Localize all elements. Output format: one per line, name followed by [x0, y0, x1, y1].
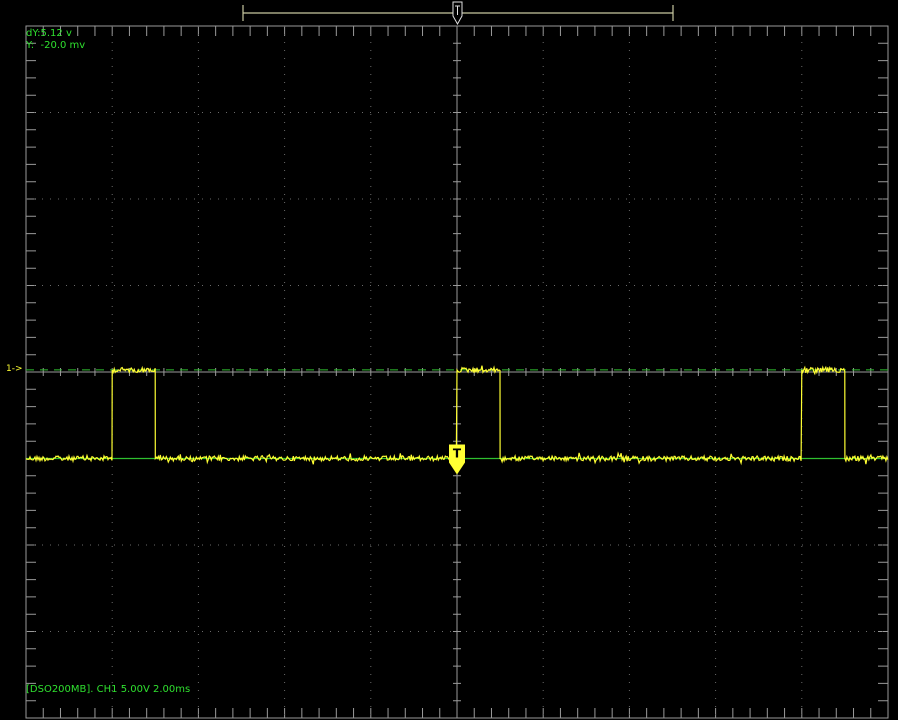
- channel-1-marker[interactable]: 1->: [6, 364, 23, 374]
- oscilloscope-display: T: [0, 0, 898, 720]
- trigger-marker-label: T: [453, 447, 462, 461]
- screen-background: [0, 0, 898, 720]
- y-readout: Y: -20.0 mv: [26, 40, 86, 51]
- status-readout: [DSO200MB]. CH1 5.00V 2.00ms: [26, 684, 191, 695]
- dy-readout: dY:5.12 v: [26, 28, 72, 39]
